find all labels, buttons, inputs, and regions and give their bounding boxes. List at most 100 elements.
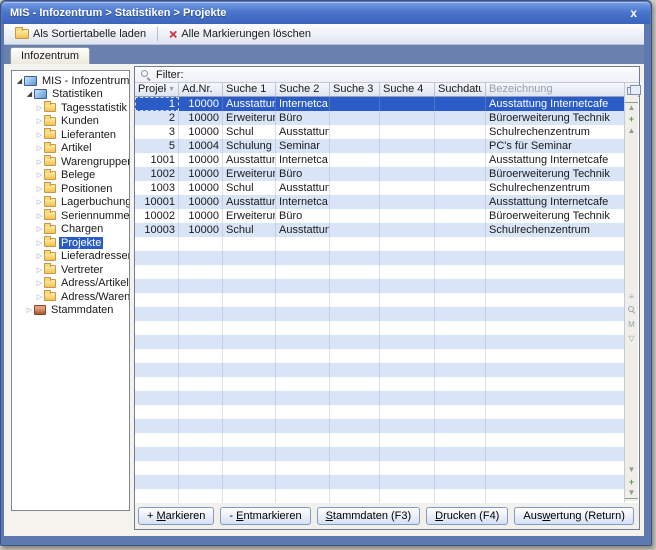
cell-projekt[interactable] (135, 251, 179, 265)
cell-suche-4[interactable] (380, 391, 435, 405)
cell-ad-nr[interactable] (179, 335, 223, 349)
cell-suchdatum[interactable] (435, 363, 486, 377)
cell-bezeichnung[interactable]: Büroerweiterung Technik (486, 167, 625, 181)
cell-suche-1[interactable] (223, 349, 276, 363)
tree-item-belege[interactable]: ▷Belege (12, 169, 129, 183)
cell-bezeichnung[interactable] (486, 265, 625, 279)
expand-arrow-icon[interactable]: ▷ (35, 212, 44, 220)
cell-suche-3[interactable] (330, 125, 380, 139)
tree-item-seriennummern[interactable]: ▷Seriennummern (12, 209, 129, 223)
cell-suchdatum[interactable] (435, 405, 486, 419)
cell-projekt[interactable] (135, 279, 179, 293)
cell-ad-nr[interactable] (179, 433, 223, 447)
expand-arrow-icon[interactable]: ▷ (35, 185, 44, 193)
cell-suche-2[interactable] (276, 321, 330, 335)
close-icon[interactable]: x (625, 7, 642, 19)
cell-suche-3[interactable] (330, 265, 380, 279)
cell-suche-1[interactable] (223, 363, 276, 377)
cell-bezeichnung[interactable] (486, 307, 625, 321)
cell-ad-nr[interactable] (179, 461, 223, 475)
cell-suche-3[interactable] (330, 293, 380, 307)
cell-suche-4[interactable] (380, 419, 435, 433)
empty-table-row[interactable] (135, 475, 625, 489)
cell-ad-nr[interactable]: 10000 (179, 153, 223, 167)
cell-suche-4[interactable] (380, 209, 435, 223)
cell-ad-nr[interactable]: 10000 (179, 209, 223, 223)
cell-suchdatum[interactable] (435, 475, 486, 489)
cell-suchdatum[interactable] (435, 153, 486, 167)
expand-arrow-icon[interactable]: ▷ (35, 131, 44, 139)
cell-projekt[interactable]: 1 (135, 97, 179, 111)
cell-suche-3[interactable] (330, 181, 380, 195)
cell-suche-3[interactable] (330, 251, 380, 265)
cell-suche-1[interactable] (223, 321, 276, 335)
empty-table-row[interactable] (135, 293, 625, 307)
cell-ad-nr[interactable] (179, 391, 223, 405)
tree-item-stammdaten[interactable]: ▷Stammdaten (12, 304, 129, 318)
cell-suchdatum[interactable] (435, 349, 486, 363)
cell-suche-1[interactable] (223, 447, 276, 461)
collapse-arrow-icon[interactable]: ◢ (15, 77, 24, 85)
collapse-arrow-icon[interactable]: ◢ (25, 90, 34, 98)
cell-bezeichnung[interactable]: Ausstattung Internetcafe (486, 195, 625, 209)
column-header-suche-2[interactable]: Suche 2 (276, 83, 330, 96)
cell-suche-3[interactable] (330, 223, 380, 237)
expand-arrow-icon[interactable]: ▷ (35, 104, 44, 112)
column-header-projekt[interactable]: Projekt▼ (135, 83, 179, 96)
empty-table-row[interactable] (135, 405, 625, 419)
cell-suchdatum[interactable] (435, 419, 486, 433)
cell-projekt[interactable] (135, 405, 179, 419)
cell-projekt[interactable] (135, 391, 179, 405)
scroll-top-icon[interactable]: ▲ (625, 102, 638, 113)
cell-suche-1[interactable]: Ausstattun (223, 153, 276, 167)
cell-suche-1[interactable]: Ausstattun (223, 97, 276, 111)
cell-suche-4[interactable] (380, 111, 435, 125)
cell-suche-2[interactable]: Seminar (276, 139, 330, 153)
cell-projekt[interactable] (135, 265, 179, 279)
table-row[interactable]: 510004SchulungSeminarPC's für Seminar (135, 139, 625, 153)
expand-arrow-icon[interactable]: ▷ (25, 306, 34, 314)
cell-suche-1[interactable] (223, 265, 276, 279)
cell-suche-3[interactable] (330, 405, 380, 419)
cell-suchdatum[interactable] (435, 181, 486, 195)
cell-suche-1[interactable] (223, 251, 276, 265)
cell-suche-2[interactable]: Ausstattun (276, 181, 330, 195)
cell-projekt[interactable] (135, 447, 179, 461)
cell-bezeichnung[interactable]: Ausstattung Internetcafe (486, 97, 625, 111)
tree-item-lieferadressen[interactable]: ▷Lieferadressen (12, 250, 129, 264)
expand-arrow-icon[interactable]: ▷ (35, 225, 44, 233)
cell-suche-1[interactable]: Erweiterun (223, 167, 276, 181)
empty-table-row[interactable] (135, 279, 625, 293)
cell-ad-nr[interactable] (179, 251, 223, 265)
cell-ad-nr[interactable] (179, 475, 223, 489)
cell-ad-nr[interactable] (179, 405, 223, 419)
cell-suche-2[interactable] (276, 461, 330, 475)
tree-item-adress-artikel[interactable]: ▷Adress/Artikel (12, 277, 129, 291)
cell-suche-3[interactable] (330, 461, 380, 475)
cell-suche-4[interactable] (380, 125, 435, 139)
cell-suche-2[interactable]: Ausstattun (276, 223, 330, 237)
cell-projekt[interactable] (135, 475, 179, 489)
cell-suche-1[interactable] (223, 419, 276, 433)
cell-suche-3[interactable] (330, 237, 380, 251)
cell-suche-1[interactable] (223, 237, 276, 251)
cell-suche-2[interactable] (276, 293, 330, 307)
cell-suche-3[interactable] (330, 447, 380, 461)
search-icon[interactable] (628, 306, 636, 314)
expand-arrow-icon[interactable]: ▷ (35, 266, 44, 274)
cell-ad-nr[interactable] (179, 307, 223, 321)
cell-suche-4[interactable] (380, 97, 435, 111)
cell-suchdatum[interactable] (435, 293, 486, 307)
load-sort-table-button[interactable]: Als Sortiertabelle laden (8, 25, 153, 43)
empty-table-row[interactable] (135, 447, 625, 461)
cell-suche-3[interactable] (330, 97, 380, 111)
cell-projekt[interactable]: 10001 (135, 195, 179, 209)
cell-suche-1[interactable] (223, 335, 276, 349)
clear-markings-button[interactable]: × Alle Markierungen löschen (162, 25, 318, 43)
cell-ad-nr[interactable]: 10000 (179, 125, 223, 139)
cell-ad-nr[interactable] (179, 237, 223, 251)
cell-ad-nr[interactable] (179, 419, 223, 433)
cell-suchdatum[interactable] (435, 167, 486, 181)
cell-suche-2[interactable] (276, 237, 330, 251)
table-row[interactable]: 1000110000AusstattunInternetcaAusstattun… (135, 195, 625, 209)
